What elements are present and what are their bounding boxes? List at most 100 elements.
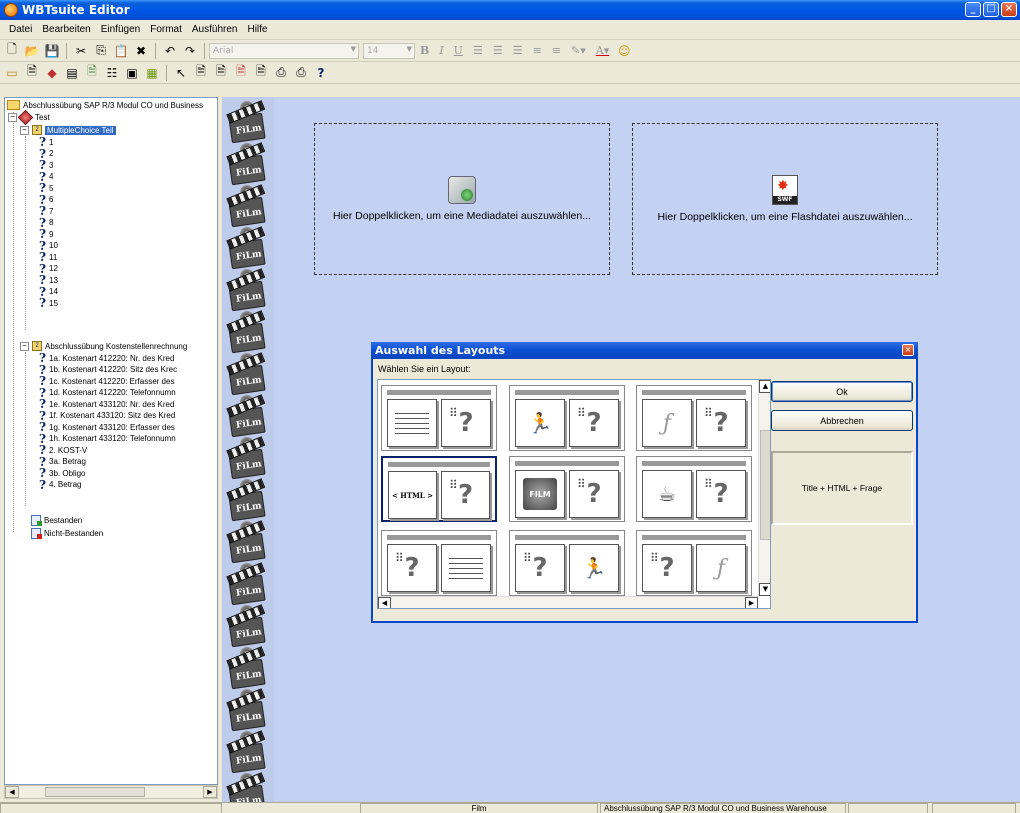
tree-failed[interactable]: Nicht-Bestanden [31, 527, 103, 539]
help-icon[interactable]: ? [313, 65, 329, 81]
dialog-title-bar[interactable]: Auswahl des Layouts [371, 342, 918, 359]
maximize-button[interactable]: □ [983, 2, 999, 17]
delete-icon[interactable]: ✖ [133, 43, 149, 59]
test-icon[interactable]: ◆ [44, 65, 60, 81]
page-icon[interactable]: 🗎 [24, 64, 40, 81]
media-dropzone[interactable]: Hier Doppelklicken, um eine Mediadatei a… [314, 123, 610, 275]
question-icon: ? [39, 477, 47, 492]
print-icon[interactable]: ⎙ [293, 65, 309, 81]
dialog-close-button[interactable]: × [902, 344, 914, 356]
font-color-icon[interactable]: A▾ [596, 44, 609, 57]
flash-dropzone[interactable]: ✸ SWF Hier Doppelklicken, um eine Flashda… [632, 123, 938, 275]
italic-icon[interactable]: I [439, 44, 443, 57]
numbered-list-icon[interactable]: ≡ [533, 44, 542, 57]
preview-icon[interactable]: ⎙ [273, 65, 289, 81]
layout-option-flash-question[interactable]: ƒ? [636, 385, 752, 451]
tree-question-item[interactable]: ? 1f. Kostenart 433120: Sitz des Kred [39, 409, 175, 423]
redo-icon[interactable]: ↷ [182, 43, 198, 59]
doc-red-icon[interactable]: 🗎 [233, 64, 249, 81]
align-left-icon[interactable]: ☰ [473, 44, 483, 57]
layout-list[interactable]: ? 🏃? ƒ? < HTML >? FILM? ☕? ? [377, 379, 771, 609]
open-folder-icon[interactable]: 📂 [24, 43, 40, 59]
add-page-icon[interactable]: 🗎 [84, 64, 100, 81]
tree-question-item[interactable]: ? 15 [39, 296, 58, 310]
layout-option-animation-question[interactable]: 🏃? [509, 385, 625, 451]
menu-format[interactable]: Format [145, 24, 187, 35]
tree-question-item[interactable]: ? 4. Betrag [39, 477, 82, 492]
menu-datei[interactable]: Datei [4, 24, 37, 35]
cancel-button[interactable]: Abbrechen [771, 410, 913, 431]
layout-option-question-flash[interactable]: ?ƒ [636, 530, 752, 596]
tree-group-multiplechoice[interactable]: − 2 MultipleChoice Teil [20, 124, 116, 136]
menu-ausfuehren[interactable]: Ausführen [187, 24, 243, 35]
bold-icon[interactable]: B [420, 44, 429, 57]
menu-hilfe[interactable]: Hilfe [242, 24, 272, 35]
tree-question-item[interactable]: ? 1h. Kostenart 433120: Telefonnumn [39, 432, 176, 446]
tree-question-item[interactable]: ? 1g. Kostenart 433120: Erfasser des [39, 420, 175, 434]
bullet-list-icon[interactable]: ≡ [552, 44, 561, 57]
tree-question-item[interactable]: ? 1c. Kostenart 412220: Erfasser des [39, 374, 174, 388]
collapse-icon[interactable]: − [20, 125, 29, 135]
size-combo[interactable]: 14 ▼ [363, 42, 415, 59]
collapse-icon[interactable]: − [20, 341, 29, 351]
layout-option-question-animation[interactable]: ?🏃 [509, 530, 625, 596]
cut-icon[interactable]: ✂ [73, 43, 89, 59]
tree-passed[interactable]: Bestanden [31, 514, 82, 526]
save-icon[interactable]: 💾 [44, 43, 60, 59]
new-file-icon[interactable]: 🗋 [4, 42, 20, 59]
scroll-right-icon[interactable]: ▶ [745, 597, 758, 608]
scroll-left-icon[interactable]: ◀ [5, 786, 19, 798]
tree-root[interactable]: Abschlussübung SAP R/3 Modul CO und Busi… [7, 99, 203, 111]
layout-option-java-question[interactable]: ☕? [636, 456, 752, 522]
list-icon[interactable]: ☷ [104, 65, 120, 81]
paste-icon[interactable]: 📋 [113, 43, 129, 59]
ok-button[interactable]: Ok [771, 381, 913, 402]
align-right-icon[interactable]: ☰ [513, 44, 523, 57]
scroll-down-icon[interactable]: ▼ [759, 583, 770, 596]
doc-blue-icon[interactable]: 🗎 [213, 64, 229, 81]
scroll-up-icon[interactable]: ▲ [759, 380, 770, 393]
tree-question-item[interactable]: ? 1a. Kostenart 412220: Nr. des Kred [39, 351, 174, 365]
tree-question-item[interactable]: ? 1e. Kostenart 433120: Nr. des Kred [39, 397, 174, 411]
undo-icon[interactable]: ↶ [162, 43, 178, 59]
image-icon[interactable]: ▣ [124, 65, 140, 81]
folder-icon[interactable]: ▭ [4, 65, 20, 81]
menu-einfuegen[interactable]: Einfügen [96, 24, 145, 35]
menu-bearbeiten[interactable]: Bearbeiten [37, 24, 95, 35]
layout-option-html-question[interactable]: < HTML >? [381, 456, 497, 522]
doc-image-icon[interactable]: 🗎 [253, 64, 269, 81]
underline-icon[interactable]: U [454, 44, 463, 57]
tree-question-item[interactable]: ? 3a. Betrag [39, 455, 86, 469]
collapse-icon[interactable]: − [8, 112, 17, 122]
film-clapper-icon: FiLm [226, 227, 268, 270]
minimize-button[interactable]: _ [965, 2, 981, 17]
content-tree[interactable]: Abschlussübung SAP R/3 Modul CO und Busi… [4, 97, 218, 785]
scroll-thumb[interactable] [760, 430, 770, 540]
scroll-right-icon[interactable]: ▶ [203, 786, 217, 798]
grid-icon[interactable]: ▦ [144, 65, 160, 81]
title-bar[interactable]: WBTsuite Editor _ □ × [0, 0, 1020, 20]
font-combo[interactable]: Arial ▼ [209, 42, 359, 59]
layout-horizontal-scrollbar[interactable]: ◀ ▶ [378, 596, 758, 608]
chapter-icon[interactable]: ▤ [64, 65, 80, 81]
tree-question-item[interactable]: ? 1b. Kostenart 412220: Sitz des Krec [39, 363, 177, 377]
pointer-icon[interactable]: ↖ [173, 65, 189, 81]
tree-test[interactable]: − Test [8, 109, 50, 125]
layout-option-text-question[interactable]: ? [381, 385, 497, 451]
layout-option-film-question[interactable]: FILM? [509, 456, 625, 522]
scroll-thumb[interactable] [45, 787, 145, 797]
close-button[interactable]: × [1001, 2, 1017, 17]
tree-question-label: 1 [49, 137, 54, 147]
doc-icon[interactable]: 🗎 [193, 64, 209, 81]
highlight-icon[interactable]: ✎▾ [571, 44, 586, 57]
copy-icon[interactable]: ⎘ [93, 43, 109, 59]
align-center-icon[interactable]: ☰ [493, 44, 503, 57]
status-document-text: Abschlussübung SAP R/3 Modul CO und Busi… [604, 804, 827, 813]
layout-vertical-scrollbar[interactable]: ▲ ▼ [758, 380, 770, 596]
emoticon-icon[interactable]: ☺ [616, 43, 632, 59]
tree-question-item[interactable]: ? 1d. Kostenart 412220: Telefonnumn [39, 386, 176, 400]
layout-option-question-text[interactable]: ? [381, 530, 497, 596]
tree-question-item[interactable]: ? 2. KOST-V [39, 443, 87, 457]
tree-horizontal-scrollbar[interactable]: ◀ ▶ [4, 785, 218, 799]
scroll-left-icon[interactable]: ◀ [378, 597, 391, 608]
